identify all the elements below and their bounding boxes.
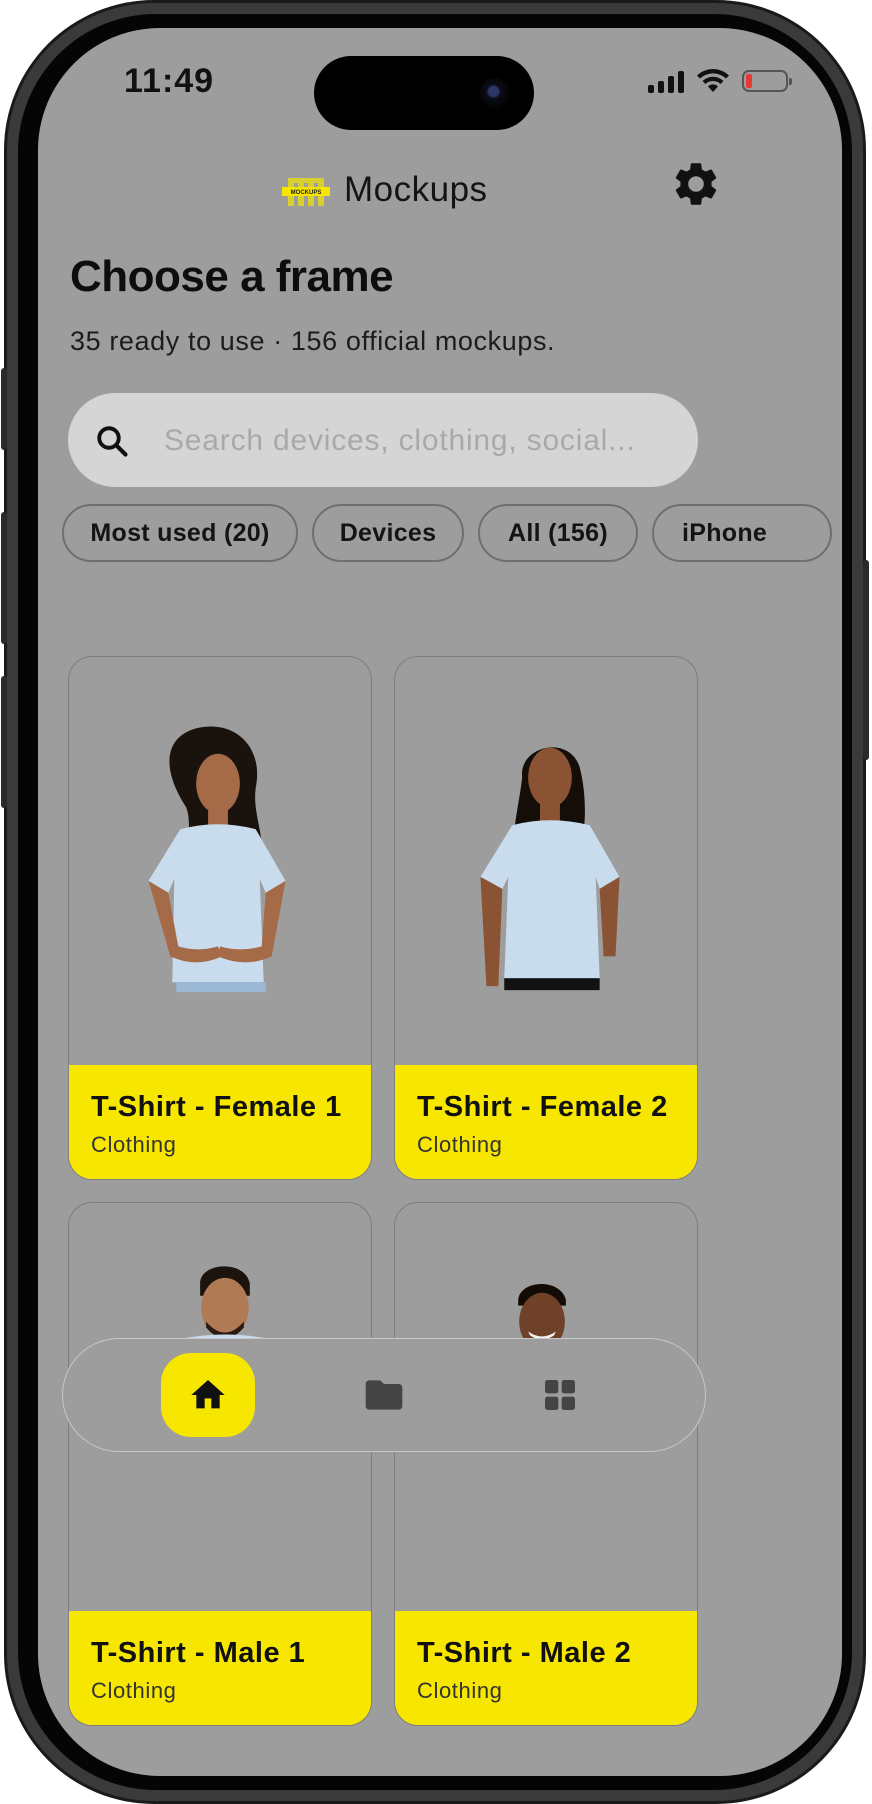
app-title: Mockups: [344, 170, 488, 209]
page-subtitle: 35 ready to use · 156 official mockups.: [70, 326, 556, 356]
screen: 11:49 MOCKUPS Mockups Choose a frame 35 …: [38, 28, 842, 1776]
tshirt-female-1-image: [148, 726, 286, 993]
card-title: T-Shirt - Female 1: [91, 1091, 342, 1123]
front-camera: [480, 78, 510, 108]
dynamic-island: [314, 56, 534, 130]
mockups-logo: MOCKUPS: [282, 178, 330, 206]
volume-up-button: [1, 512, 7, 644]
card-caption: T-Shirt - Female 1 Clothing: [69, 1065, 371, 1179]
app-bar: MOCKUPS Mockups: [38, 158, 842, 228]
chip-all[interactable]: All (156): [478, 504, 638, 562]
phone-frame: 11:49 MOCKUPS Mockups Choose a frame 35 …: [1, 0, 869, 1804]
page-title: Choose a frame: [70, 252, 394, 301]
search-icon: [97, 426, 128, 457]
chip-iphone[interactable]: iPhone: [652, 504, 832, 562]
chip-most-used[interactable]: Most used (20): [62, 504, 298, 562]
status-icons: [648, 68, 792, 94]
tshirt-female-2-image: [480, 747, 620, 991]
mockup-card[interactable]: T-Shirt - Male 1 Clothing: [68, 1202, 372, 1726]
card-category: Clothing: [417, 1132, 503, 1157]
card-caption: T-Shirt - Male 1 Clothing: [69, 1611, 371, 1725]
mute-switch: [1, 368, 7, 450]
card-category: Clothing: [91, 1132, 177, 1157]
cellular-signal-icon: [648, 69, 684, 93]
card-category: Clothing: [417, 1678, 503, 1703]
home-icon: [191, 1380, 225, 1409]
battery-icon: [742, 70, 792, 92]
volume-down-button: [1, 676, 7, 808]
bottom-navigation: [62, 1338, 706, 1452]
card-category: Clothing: [91, 1678, 177, 1703]
mockup-card[interactable]: T-Shirt - Female 1 Clothing: [68, 656, 372, 1180]
filter-chips: Most used (20) Devices All (156) iPhone: [62, 504, 842, 564]
chip-devices[interactable]: Devices: [312, 504, 464, 562]
search-bar[interactable]: [68, 393, 698, 489]
card-title: T-Shirt - Male 1: [91, 1637, 306, 1669]
svg-text:MOCKUPS: MOCKUPS: [291, 190, 322, 196]
nav-home[interactable]: [161, 1353, 255, 1437]
card-title: T-Shirt - Female 2: [417, 1091, 668, 1123]
power-button: [863, 560, 869, 760]
status-time: 11:49: [124, 62, 215, 100]
folder-icon: [365, 1380, 403, 1410]
wifi-icon: [697, 69, 729, 92]
search-input[interactable]: [162, 393, 666, 489]
card-title: T-Shirt - Male 2: [417, 1637, 632, 1669]
nav-gallery[interactable]: [513, 1353, 607, 1437]
card-caption: T-Shirt - Female 2 Clothing: [395, 1065, 697, 1179]
card-caption: T-Shirt - Male 2 Clothing: [395, 1611, 697, 1725]
grid-icon: [545, 1380, 575, 1410]
mockup-card[interactable]: T-Shirt - Female 2 Clothing: [394, 656, 698, 1180]
nav-projects[interactable]: [337, 1353, 431, 1437]
mockup-card[interactable]: T-Shirt - Male 2 Clothing: [394, 1202, 698, 1726]
settings-gear-icon[interactable]: [670, 158, 722, 210]
